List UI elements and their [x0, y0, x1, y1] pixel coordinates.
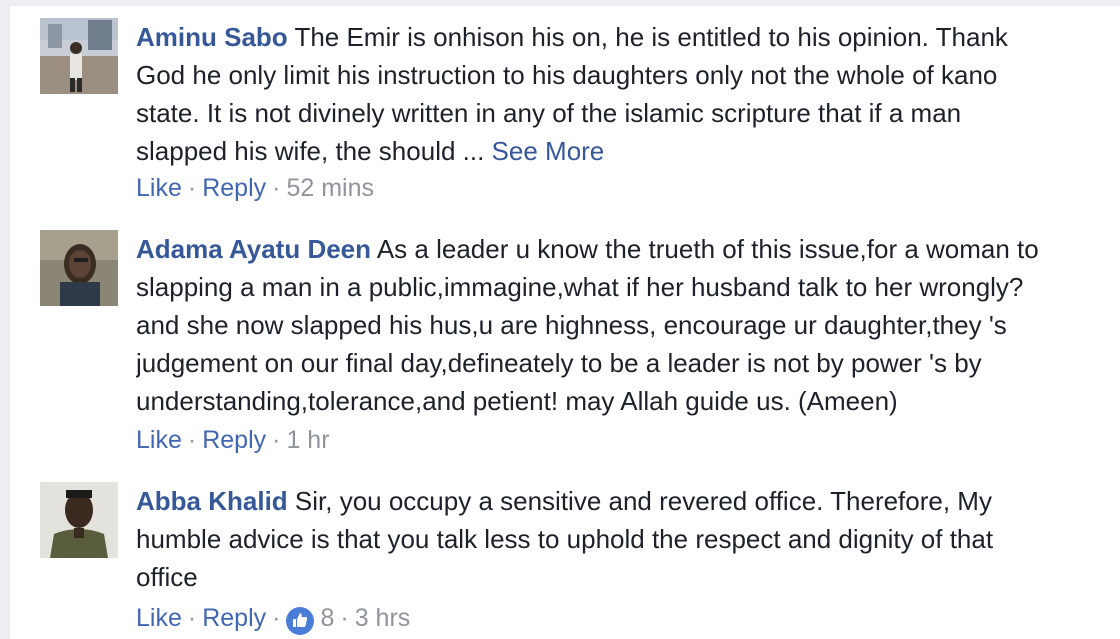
separator: ·	[187, 604, 197, 632]
see-more-link[interactable]: See More	[492, 136, 605, 166]
comment-actions: Like · Reply · 8 · 3 hrs	[136, 604, 411, 635]
separator: ·	[272, 604, 281, 632]
reply-link[interactable]: Reply	[202, 604, 266, 633]
comment-text-line: humble advice is that you talk less to u…	[136, 524, 994, 554]
comment-text-line: The Emir is onhison his on, he is entitl…	[294, 22, 1008, 52]
like-link[interactable]: Like	[136, 604, 182, 633]
comment-text-line: slapped his wife, the should ...	[136, 136, 492, 166]
separator: ·	[187, 426, 197, 454]
like-link[interactable]: Like	[136, 426, 182, 455]
comment-text-line: and she now slapped his hus,u are highne…	[136, 310, 1007, 340]
like-reaction-icon[interactable]	[286, 606, 315, 635]
frame-top-border	[0, 0, 1120, 6]
avatar[interactable]	[40, 482, 118, 558]
comment-body: Adama Ayatu Deen As a leader u know the …	[136, 230, 1120, 420]
timestamp[interactable]: 1 hr	[286, 426, 329, 455]
reply-link[interactable]: Reply	[202, 174, 266, 203]
comment-text-line: God he only limit his instruction to his…	[136, 60, 998, 90]
separator: ·	[272, 174, 281, 202]
comment-text-line: office	[136, 562, 198, 592]
comment-text-line: As a leader u know the trueth of this is…	[376, 234, 1039, 264]
frame-left-border	[0, 0, 10, 639]
comment-actions: Like · Reply · 1 hr	[136, 426, 330, 455]
avatar[interactable]	[40, 18, 118, 94]
separator: ·	[340, 604, 349, 632]
author-name[interactable]: Adama Ayatu Deen	[136, 234, 371, 264]
like-link[interactable]: Like	[136, 174, 182, 203]
reaction-count[interactable]: 8	[320, 604, 334, 633]
comment-body: Abba Khalid Sir, you occupy a sensitive …	[136, 482, 1120, 596]
timestamp[interactable]: 52 mins	[286, 174, 374, 203]
comment-actions: Like · Reply · 52 mins	[136, 174, 374, 203]
comment-text-line: Sir, you occupy a sensitive and revered …	[294, 486, 992, 516]
comment-text-line: state. It is not divinely written in any…	[136, 98, 962, 128]
timestamp[interactable]: 3 hrs	[355, 604, 411, 633]
comment-text-line: slapping a man in a public,immagine,what…	[136, 272, 1024, 302]
separator: ·	[272, 426, 281, 454]
comment-text-line: understanding,tolerance,and petient! may…	[136, 386, 898, 416]
reply-link[interactable]: Reply	[202, 426, 266, 455]
comment-body: Aminu Sabo The Emir is onhison his on, h…	[136, 18, 1120, 170]
separator: ·	[187, 174, 197, 202]
author-name[interactable]: Abba Khalid	[136, 486, 288, 516]
comment-text-line: judgement on our final day,defineately t…	[136, 348, 982, 378]
author-name[interactable]: Aminu Sabo	[136, 22, 288, 52]
avatar[interactable]	[40, 230, 118, 306]
